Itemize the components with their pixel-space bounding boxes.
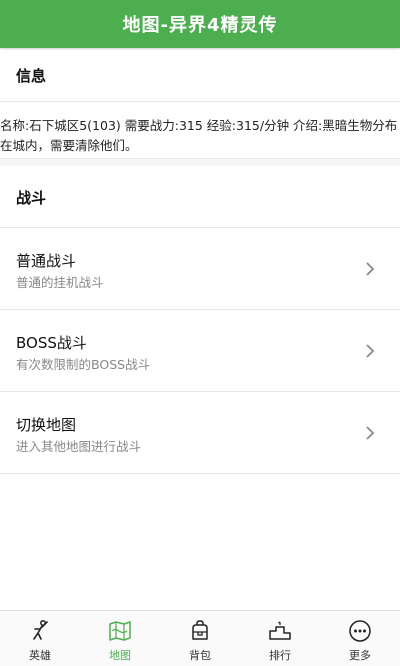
tab-label: 英雄 xyxy=(29,649,51,662)
top-navbar: 地图-异界4精灵传 xyxy=(0,0,400,48)
chevron-right-icon xyxy=(366,262,375,276)
chevron-right-icon xyxy=(366,426,375,440)
battle-header-label: 战斗 xyxy=(16,189,47,207)
tab-hero[interactable]: 英雄 xyxy=(0,611,80,666)
bottom-tabbar: 英雄 地图 背包 排行 更多 xyxy=(0,610,400,666)
list-item-desc: 进入其他地图进行战斗 xyxy=(16,439,142,454)
page-title: 地图-异界4精灵传 xyxy=(122,15,278,36)
info-header-label: 信息 xyxy=(16,67,47,85)
map-info-text: 名称:石下城区5(103) 需要战力:315 经验:315/分钟 介绍:黑暗生物… xyxy=(0,112,400,156)
list-item-desc: 有次数限制的BOSS战斗 xyxy=(16,357,151,372)
chevron-right-icon xyxy=(366,344,375,358)
more-icon xyxy=(349,620,371,642)
list-item-title: 切换地图 xyxy=(16,416,77,434)
list-item-title: 普通战斗 xyxy=(16,252,77,270)
section-divider xyxy=(0,158,400,166)
tab-label: 排行 xyxy=(269,649,291,662)
map-icon xyxy=(109,621,131,641)
tab-rank[interactable]: 排行 xyxy=(240,611,320,666)
hero-icon xyxy=(33,620,48,640)
tab-label: 更多 xyxy=(349,649,371,662)
switch-map-item[interactable]: 切换地图 进入其他地图进行战斗 xyxy=(0,392,400,474)
tab-more[interactable]: 更多 xyxy=(320,611,400,666)
battle-section-header: 战斗 xyxy=(0,168,400,228)
info-section-header: 信息 xyxy=(0,50,400,102)
boss-battle-item[interactable]: BOSS战斗 有次数限制的BOSS战斗 xyxy=(0,310,400,392)
tab-map[interactable]: 地图 xyxy=(80,611,160,666)
rank-icon xyxy=(269,621,291,640)
list-item-title: BOSS战斗 xyxy=(16,334,87,352)
tab-label: 地图 xyxy=(109,649,131,662)
list-item-desc: 普通的挂机战斗 xyxy=(16,275,104,290)
normal-battle-item[interactable]: 普通战斗 普通的挂机战斗 xyxy=(0,228,400,310)
tab-label: 背包 xyxy=(189,649,211,662)
tab-bag[interactable]: 背包 xyxy=(160,611,240,666)
bag-icon xyxy=(192,620,208,640)
